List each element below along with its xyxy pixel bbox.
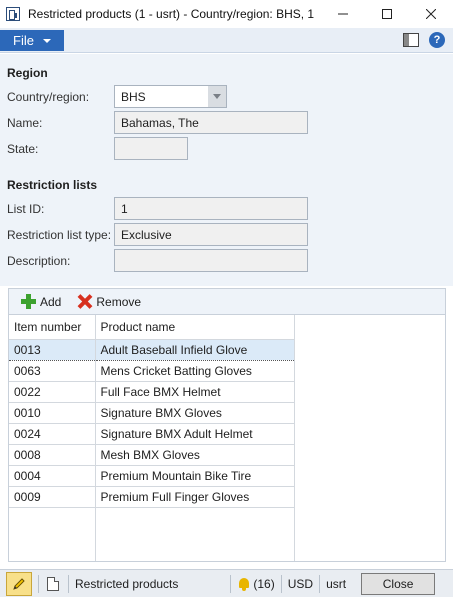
status-separator (68, 574, 69, 593)
column-header-item-number[interactable]: Item number (9, 315, 96, 340)
item-number-cell[interactable]: 0063 (9, 360, 96, 382)
table-row[interactable]: 0008 Mesh BMX Gloves (9, 444, 295, 466)
region-section-title: Region (7, 66, 48, 80)
name-label: Name: (7, 116, 43, 130)
window-title: Restricted products (1 - usrt) - Country… (28, 7, 315, 21)
item-number-cell[interactable]: 0009 (9, 486, 96, 508)
list-id-field[interactable]: 1 (114, 197, 308, 220)
status-separator (280, 574, 282, 593)
item-number-cell[interactable]: 0013 (9, 338, 96, 361)
title-bar: Restricted products (1 - usrt) - Country… (0, 0, 453, 28)
item-number-cell[interactable]: 0010 (9, 402, 96, 424)
description-field[interactable] (114, 249, 308, 272)
maximize-button[interactable] (365, 0, 409, 28)
product-name-cell[interactable]: Signature BMX Gloves (95, 402, 295, 424)
notification-count[interactable]: (16) (253, 577, 274, 591)
header-form: Region Country/region: BHS Name: Bahamas… (0, 54, 453, 286)
chevron-down-icon (42, 38, 51, 43)
window-controls (321, 0, 453, 28)
product-name-cell[interactable]: Mesh BMX Gloves (95, 444, 295, 466)
status-separator (38, 574, 39, 593)
file-menu-button[interactable]: File (0, 30, 64, 51)
add-icon (21, 294, 36, 309)
item-number-cell[interactable]: 0008 (9, 444, 96, 466)
grid-toolbar: Add Remove (9, 289, 445, 315)
table-row[interactable]: 0009 Premium Full Finger Gloves (9, 486, 295, 508)
table-row[interactable]: 0063 Mens Cricket Batting Gloves (9, 360, 295, 382)
product-name-cell[interactable]: Signature BMX Adult Helmet (95, 423, 295, 445)
status-separator (319, 574, 321, 593)
product-name-cell[interactable]: Premium Mountain Bike Tire (95, 465, 295, 487)
item-number-cell[interactable]: 0022 (9, 381, 96, 403)
description-label: Description: (7, 254, 71, 268)
item-number-cell[interactable]: 0004 (9, 465, 96, 487)
app-icon (6, 7, 20, 21)
state-label: State: (7, 142, 39, 156)
remove-button-label: Remove (96, 294, 142, 309)
country-value: BHS (121, 89, 146, 104)
item-number-cell[interactable]: 0024 (9, 423, 96, 445)
restriction-type-label: Restriction list type: (7, 228, 112, 242)
restriction-section-title: Restriction lists (7, 178, 98, 192)
chevron-down-icon[interactable] (208, 86, 226, 107)
bell-icon[interactable] (237, 577, 251, 591)
close-icon (426, 9, 436, 19)
table-row[interactable]: 0024 Signature BMX Adult Helmet (9, 423, 295, 445)
help-icon[interactable]: ? (429, 32, 445, 48)
file-menu-label: File (13, 33, 34, 48)
status-bar: Restricted products (16) USD usrt Close (0, 569, 453, 597)
table-row[interactable]: 0022 Full Face BMX Helmet (9, 381, 295, 403)
close-button[interactable]: Close (361, 572, 436, 595)
currency-indicator: USD (287, 576, 314, 591)
column-header-product-name[interactable]: Product name (95, 315, 295, 340)
list-id-label: List ID: (7, 202, 45, 216)
country-label: Country/region: (7, 90, 90, 104)
country-combo[interactable]: BHS (114, 85, 227, 108)
document-icon[interactable] (47, 576, 59, 591)
state-field[interactable] (114, 137, 188, 160)
table-row[interactable]: 0004 Premium Mountain Bike Tire (9, 465, 295, 487)
minimize-icon (338, 13, 348, 15)
layout-icon[interactable] (403, 33, 419, 47)
edit-mode-button[interactable] (6, 571, 32, 596)
remove-button[interactable]: Remove (77, 294, 141, 309)
add-button[interactable]: Add (21, 294, 61, 309)
name-value: Bahamas, The (121, 115, 199, 130)
pencil-icon (13, 577, 25, 590)
column-divider (95, 316, 96, 561)
table-header-row: Item number Product name (9, 315, 295, 340)
column-divider (294, 316, 295, 561)
list-id-value: 1 (121, 201, 128, 216)
table-row[interactable]: 0010 Signature BMX Gloves (9, 402, 295, 424)
restricted-products-grid-panel: Add Remove Item number Product name 0013… (8, 288, 446, 562)
restriction-type-field[interactable]: Exclusive (114, 223, 308, 246)
name-field[interactable]: Bahamas, The (114, 111, 308, 134)
restriction-type-value: Exclusive (121, 227, 172, 242)
product-name-cell[interactable]: Full Face BMX Helmet (95, 381, 295, 403)
status-separator (230, 574, 232, 593)
add-button-label: Add (40, 294, 62, 309)
table-row[interactable]: 0013 Adult Baseball Infield Glove (9, 338, 295, 361)
close-window-button[interactable] (409, 0, 453, 28)
products-table: Item number Product name 0013 Adult Base… (9, 315, 295, 508)
product-name-cell[interactable]: Adult Baseball Infield Glove (95, 338, 295, 361)
action-bar: File ? (0, 28, 453, 53)
company-indicator: usrt (326, 576, 347, 591)
status-form-name: Restricted products (75, 576, 179, 591)
product-name-cell[interactable]: Mens Cricket Batting Gloves (95, 360, 295, 382)
maximize-icon (382, 9, 392, 19)
remove-icon (77, 294, 92, 309)
close-button-label: Close (382, 576, 414, 591)
menu-icons: ? (403, 32, 445, 48)
minimize-button[interactable] (321, 0, 365, 28)
product-name-cell[interactable]: Premium Full Finger Gloves (95, 486, 295, 508)
